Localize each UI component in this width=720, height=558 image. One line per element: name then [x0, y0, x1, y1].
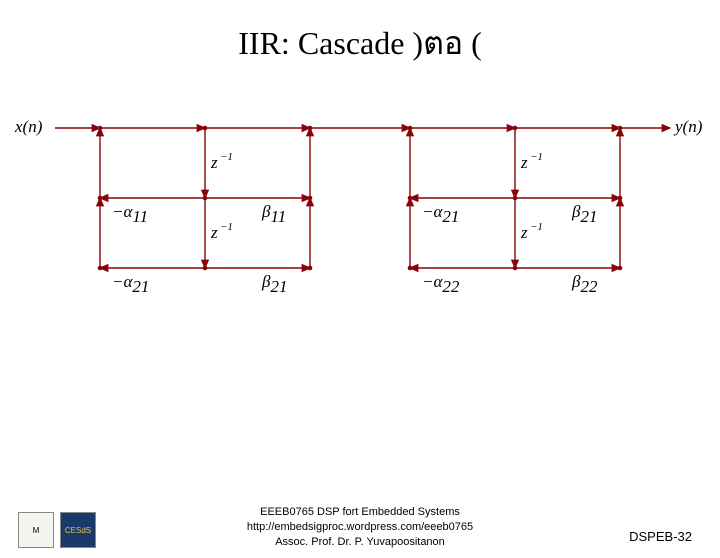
slide-number: DSPEB-32: [629, 529, 692, 544]
slide-title: IIR: Cascade )ตอ (: [0, 18, 720, 69]
s2-delay2-exp: −1: [530, 221, 543, 233]
s2-delay1-exp: −1: [530, 151, 543, 163]
output-label: y(n): [673, 117, 703, 136]
s1-a1: −α11: [112, 202, 148, 226]
s2-b1: β21: [571, 202, 597, 226]
footer-line2: http://embedsigproc.wordpress.com/eeeb07…: [0, 520, 720, 535]
footer-line1: EEEB0765 DSP fort Embedded Systems: [0, 505, 720, 520]
input-label: x(n): [14, 117, 43, 136]
s1-delay2: z: [210, 223, 218, 242]
s1-b1: β11: [261, 202, 286, 226]
s2-b2: β22: [571, 272, 598, 296]
s1-b2: β21: [261, 272, 287, 296]
s2-delay2: z: [520, 223, 528, 242]
cascade-diagram: x(n) y(n) z −1 z −1 −α11 −α21 β11 β21 z …: [0, 98, 720, 378]
s1-a2: −α21: [112, 272, 149, 296]
s1-delay1: z: [210, 153, 218, 172]
s2-a2: −α22: [422, 272, 460, 296]
footer-block: EEEB0765 DSP fort Embedded Systems http:…: [0, 505, 720, 550]
s2-delay1: z: [520, 153, 528, 172]
s1-delay1-exp: −1: [220, 151, 233, 163]
s2-a1: −α21: [422, 202, 459, 226]
s1-delay2-exp: −1: [220, 221, 233, 233]
footer-line3: Assoc. Prof. Dr. P. Yuvapoositanon: [0, 535, 720, 550]
